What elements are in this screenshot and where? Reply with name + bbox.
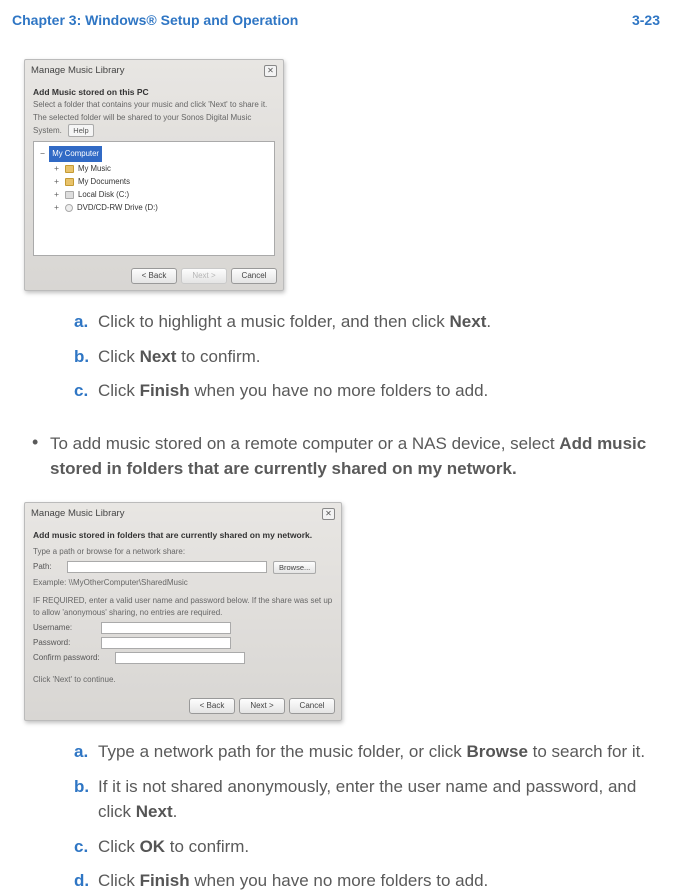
step-text: If it is not shared anonymously, enter t… — [98, 774, 654, 825]
dialog2-titlebar: Manage Music Library ✕ — [25, 503, 341, 525]
step-d: d. Click Finish when you have no more fo… — [74, 868, 654, 894]
username-label: Username: — [33, 622, 95, 634]
tree-label: DVD/CD-RW Drive (D:) — [77, 202, 158, 214]
tree-label: My Documents — [78, 176, 130, 188]
password-row: Password: — [33, 637, 333, 649]
step-text: Click Finish when you have no more folde… — [98, 378, 654, 404]
collapse-icon[interactable]: − — [38, 148, 47, 160]
step-letter: b. — [74, 774, 98, 825]
confirm-password-row: Confirm password: — [33, 652, 333, 664]
steps-local: a. Click to highlight a music folder, an… — [16, 309, 668, 404]
chapter-title: Chapter 3: Windows® Setup and Operation — [12, 10, 298, 31]
step-a: a. Click to highlight a music folder, an… — [74, 309, 654, 335]
browse-button[interactable]: Browse... — [273, 561, 316, 574]
step-b: b. If it is not shared anonymously, ente… — [74, 774, 654, 825]
step-letter: b. — [74, 344, 98, 370]
dialog2-line1: Type a path or browse for a network shar… — [33, 546, 333, 558]
step-text: Type a network path for the music folder… — [98, 739, 654, 765]
step-b: b. Click Next to confirm. — [74, 344, 654, 370]
dialog1-heading: Add Music stored on this PC — [33, 86, 275, 99]
tree-root-row[interactable]: − My Computer — [38, 146, 270, 162]
continue-text: Click 'Next' to continue. — [33, 674, 333, 686]
page-number: 3-23 — [632, 10, 660, 31]
bullet-icon: • — [32, 431, 40, 482]
expand-icon[interactable]: + — [52, 189, 61, 201]
dialog1-line2: The selected folder will be shared to yo… — [33, 113, 251, 135]
path-label: Path: — [33, 561, 61, 573]
folder-icon — [65, 178, 74, 186]
folder-icon — [65, 165, 74, 173]
page-header: Chapter 3: Windows® Setup and Operation … — [0, 0, 684, 39]
next-button: Next > — [181, 268, 227, 284]
next-button[interactable]: Next > — [239, 698, 285, 714]
step-letter: c. — [74, 834, 98, 860]
step-c: c. Click Finish when you have no more fo… — [74, 378, 654, 404]
confirm-password-label: Confirm password: — [33, 652, 109, 664]
step-text: Click to highlight a music folder, and t… — [98, 309, 654, 335]
dialog-manage-music-library-local: Manage Music Library ✕ Add Music stored … — [24, 59, 284, 291]
dialog1-line2-row: The selected folder will be shared to yo… — [33, 111, 275, 137]
path-input[interactable] — [67, 561, 267, 573]
disk-icon — [65, 191, 74, 199]
back-button[interactable]: < Back — [189, 698, 235, 714]
username-row: Username: — [33, 622, 333, 634]
tree-item-my-music[interactable]: + My Music — [52, 163, 270, 175]
tree-root[interactable]: My Computer — [49, 146, 102, 162]
confirm-password-input[interactable] — [115, 652, 245, 664]
expand-icon[interactable]: + — [52, 163, 61, 175]
tree-item-my-documents[interactable]: + My Documents — [52, 176, 270, 188]
back-button[interactable]: < Back — [131, 268, 177, 284]
dialog2-body: Add music stored in folders that are cur… — [25, 525, 341, 694]
steps-network: a. Type a network path for the music fol… — [16, 739, 668, 894]
folder-tree[interactable]: − My Computer + My Music + My Documents … — [33, 141, 275, 256]
expand-icon[interactable]: + — [52, 176, 61, 188]
example-text: Example: \\MyOtherComputer\SharedMusic — [33, 577, 333, 589]
cancel-button[interactable]: Cancel — [289, 698, 335, 714]
dialog-manage-music-library-network: Manage Music Library ✕ Add music stored … — [24, 502, 342, 721]
page-content: Manage Music Library ✕ Add Music stored … — [0, 59, 684, 894]
dialog2-title: Manage Music Library — [31, 507, 124, 521]
dialog1-line1: Select a folder that contains your music… — [33, 99, 275, 111]
tree-item-local-disk[interactable]: + Local Disk (C:) — [52, 189, 270, 201]
dialog2-buttons: < Back Next > Cancel — [25, 694, 341, 720]
expand-icon[interactable]: + — [52, 202, 61, 214]
step-text: Click Next to confirm. — [98, 344, 654, 370]
tree-item-dvd-drive[interactable]: + DVD/CD-RW Drive (D:) — [52, 202, 270, 214]
step-c: c. Click OK to confirm. — [74, 834, 654, 860]
step-text: Click Finish when you have no more folde… — [98, 868, 654, 894]
bullet-network: • To add music stored on a remote comput… — [16, 413, 668, 482]
disc-icon — [65, 204, 73, 212]
dialog1-buttons: < Back Next > Cancel — [25, 264, 283, 290]
bullet-text: To add music stored on a remote computer… — [50, 431, 656, 482]
password-input[interactable] — [101, 637, 231, 649]
dialog2-heading: Add music stored in folders that are cur… — [33, 529, 333, 542]
password-label: Password: — [33, 637, 95, 649]
step-letter: d. — [74, 868, 98, 894]
dialog1-body: Add Music stored on this PC Select a fol… — [25, 82, 283, 264]
dialog1-titlebar: Manage Music Library ✕ — [25, 60, 283, 82]
step-letter: a. — [74, 739, 98, 765]
step-a: a. Type a network path for the music fol… — [74, 739, 654, 765]
path-row: Path: Browse... — [33, 561, 333, 574]
close-icon[interactable]: ✕ — [264, 65, 277, 77]
tree-label: Local Disk (C:) — [78, 189, 129, 201]
creds-text: IF REQUIRED, enter a valid user name and… — [33, 595, 333, 619]
close-icon[interactable]: ✕ — [322, 508, 335, 520]
step-text: Click OK to confirm. — [98, 834, 654, 860]
step-letter: a. — [74, 309, 98, 335]
username-input[interactable] — [101, 622, 231, 634]
cancel-button[interactable]: Cancel — [231, 268, 277, 284]
help-button[interactable]: Help — [68, 124, 93, 137]
tree-label: My Music — [78, 163, 111, 175]
dialog1-title: Manage Music Library — [31, 64, 124, 78]
step-letter: c. — [74, 378, 98, 404]
